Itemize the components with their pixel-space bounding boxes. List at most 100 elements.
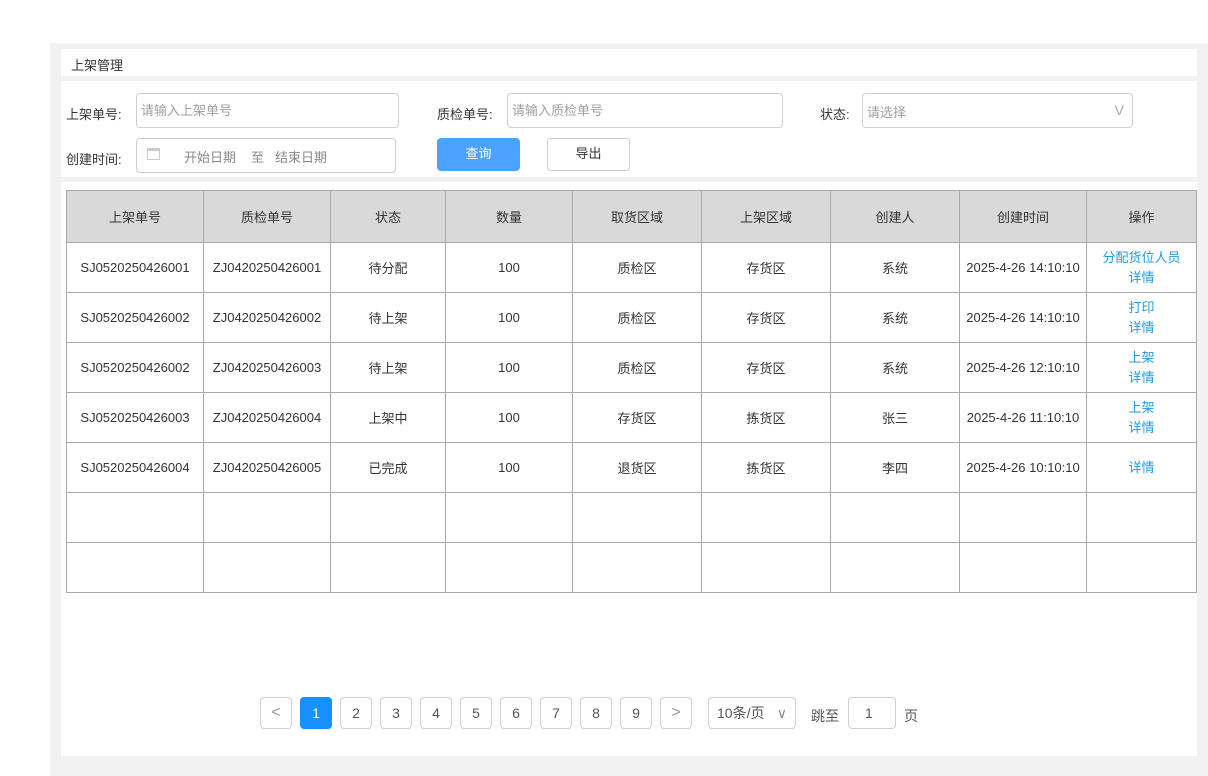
- cell-qty: 100: [445, 442, 573, 493]
- action-link[interactable]: 分配货位人员: [1087, 248, 1196, 268]
- cell-created: 2025-4-26 14:10:10: [959, 292, 1087, 343]
- query-button[interactable]: 查询: [437, 138, 520, 171]
- empty-cell: [830, 492, 960, 543]
- action-link[interactable]: 详情: [1087, 368, 1196, 388]
- empty-row: [66, 492, 1197, 543]
- status-select-placeholder: 请选择: [867, 105, 907, 120]
- empty-cell: [1086, 542, 1197, 593]
- page-title: 上架管理: [71, 58, 124, 73]
- action-link[interactable]: 详情: [1087, 318, 1196, 338]
- page-button-8[interactable]: 8: [580, 697, 612, 729]
- next-page-button[interactable]: >: [660, 697, 692, 729]
- cell-putaway-no: SJ0520250426002: [66, 342, 204, 393]
- column-header: 操作: [1086, 190, 1197, 243]
- export-button[interactable]: 导出: [547, 138, 630, 171]
- table-row: SJ0520250426002 ZJ0420250426003 待上架 100 质检区存…: [66, 342, 1197, 393]
- empty-cell: [330, 492, 446, 543]
- action-link[interactable]: 详情: [1087, 458, 1196, 478]
- prev-page-button[interactable]: <: [260, 697, 292, 729]
- cell-pick-area: 存货区: [572, 392, 702, 443]
- cell-pick-area: 质检区: [572, 292, 702, 343]
- cell-status: 待上架: [330, 342, 446, 393]
- putaway-no-input[interactable]: [136, 93, 399, 128]
- cell-putaway-no: SJ0520250426002: [66, 292, 204, 343]
- date-range-picker[interactable]: 开始日期 至 结束日期: [136, 138, 396, 173]
- page-button-9[interactable]: 9: [620, 697, 652, 729]
- page-button-7[interactable]: 7: [540, 697, 572, 729]
- empty-cell: [330, 542, 446, 593]
- empty-cell: [959, 492, 1087, 543]
- jump-label: 跳至: [811, 708, 839, 724]
- cell-created: 2025-4-26 11:10:10: [959, 392, 1087, 443]
- empty-cell: [203, 492, 331, 543]
- page-unit-label: 页: [904, 708, 918, 724]
- cell-creator: 系统: [830, 242, 960, 293]
- cell-status: 已完成: [330, 442, 446, 493]
- cell-qty: 100: [445, 392, 573, 443]
- cell-qc-no: ZJ0420250426003: [203, 342, 331, 393]
- start-date-placeholder[interactable]: 开始日期: [184, 147, 236, 166]
- cell-status: 待上架: [330, 292, 446, 343]
- chevron-down-icon: ∨: [776, 705, 787, 721]
- end-date-placeholder[interactable]: 结束日期: [275, 147, 327, 166]
- empty-cell: [445, 542, 573, 593]
- column-header: 创建时间: [959, 190, 1087, 243]
- cell-shelf-area: 拣货区: [701, 442, 831, 493]
- empty-cell: [1086, 492, 1197, 543]
- cell-actions: 上架 详情: [1086, 392, 1197, 443]
- qc-no-input[interactable]: [507, 93, 783, 128]
- page-size-value: 10条/页: [717, 705, 765, 721]
- action-link[interactable]: 详情: [1087, 418, 1196, 438]
- cell-actions: 详情: [1086, 442, 1197, 493]
- cell-creator: 张三: [830, 392, 960, 443]
- cell-qty: 100: [445, 342, 573, 393]
- chevron-left-icon: <: [271, 704, 281, 721]
- cell-pick-area: 质检区: [572, 342, 702, 393]
- column-header: 质检单号: [203, 190, 331, 243]
- cell-qc-no: ZJ0420250426002: [203, 292, 331, 343]
- status-label: 状态:: [820, 107, 850, 122]
- cell-created: 2025-4-26 12:10:10: [959, 342, 1087, 393]
- cell-qc-no: ZJ0420250426004: [203, 392, 331, 443]
- qc-no-label: 质检单号:: [437, 107, 493, 122]
- page-button-2[interactable]: 2: [340, 697, 372, 729]
- table-row: SJ0520250426002 ZJ0420250426002 待上架 100 质检区存…: [66, 292, 1197, 343]
- page-size-select[interactable]: 10条/页 ∨: [708, 697, 796, 729]
- page-button-1[interactable]: 1: [300, 697, 332, 729]
- table-header-row: 上架单号 质检单号 状态 数量 取货区域 上架区域 创建人 创建时间 操作: [66, 190, 1197, 243]
- status-select[interactable]: 请选择 V: [862, 93, 1133, 128]
- cell-pick-area: 质检区: [572, 242, 702, 293]
- page-button-3[interactable]: 3: [380, 697, 412, 729]
- cell-created: 2025-4-26 14:10:10: [959, 242, 1087, 293]
- cell-putaway-no: SJ0520250426003: [66, 392, 204, 443]
- empty-cell: [66, 542, 204, 593]
- cell-status: 待分配: [330, 242, 446, 293]
- action-link[interactable]: 详情: [1087, 268, 1196, 288]
- page-button-6[interactable]: 6: [500, 697, 532, 729]
- action-link[interactable]: 上架: [1087, 398, 1196, 418]
- page-button-4[interactable]: 4: [420, 697, 452, 729]
- action-link[interactable]: 打印: [1087, 298, 1196, 318]
- cell-creator: 李四: [830, 442, 960, 493]
- cell-qc-no: ZJ0420250426005: [203, 442, 331, 493]
- empty-cell: [445, 492, 573, 543]
- page-button-5[interactable]: 5: [460, 697, 492, 729]
- cell-actions: 分配货位人员 详情: [1086, 242, 1197, 293]
- cell-shelf-area: 存货区: [701, 292, 831, 343]
- empty-cell: [959, 542, 1087, 593]
- table-row: SJ0520250426003 ZJ0420250426004 上架中 100 存货区拣…: [66, 392, 1197, 443]
- cell-created: 2025-4-26 10:10:10: [959, 442, 1087, 493]
- cell-actions: 打印 详情: [1086, 292, 1197, 343]
- empty-cell: [572, 492, 702, 543]
- table-row: SJ0520250426001 ZJ0420250426001 待分配 100 质检区存…: [66, 242, 1197, 293]
- action-link[interactable]: 上架: [1087, 348, 1196, 368]
- column-header: 上架单号: [66, 190, 204, 243]
- cell-putaway-no: SJ0520250426001: [66, 242, 204, 293]
- cell-status: 上架中: [330, 392, 446, 443]
- jump-page-input[interactable]: [848, 697, 896, 729]
- empty-cell: [830, 542, 960, 593]
- column-header: 状态: [330, 190, 446, 243]
- empty-row: [66, 542, 1197, 593]
- cell-pick-area: 退货区: [572, 442, 702, 493]
- cell-shelf-area: 存货区: [701, 242, 831, 293]
